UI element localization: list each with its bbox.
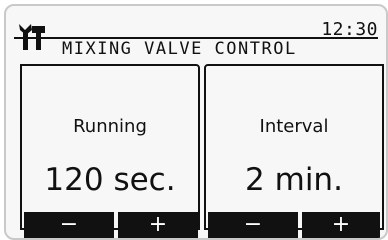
interval-value: 2 min. xyxy=(245,162,343,198)
running-panel: Running 120 sec. xyxy=(20,64,200,230)
minus-icon: − xyxy=(243,212,263,237)
running-decrease-button[interactable]: − xyxy=(24,212,114,238)
interval-increase-button[interactable]: + xyxy=(302,212,380,238)
plus-icon: + xyxy=(148,212,168,237)
plus-icon: + xyxy=(331,212,351,237)
running-value: 120 sec. xyxy=(44,162,176,198)
wrench-screwdriver-icon xyxy=(19,24,45,50)
running-increase-button[interactable]: + xyxy=(118,212,198,238)
interval-decrease-button[interactable]: − xyxy=(208,212,298,238)
interval-label: Interval xyxy=(259,116,329,137)
display-screen: 12:30 MIXING VALVE CONTROL Running 120 s… xyxy=(4,4,388,240)
minus-icon: − xyxy=(59,212,79,237)
running-label: Running xyxy=(73,116,147,137)
interval-panel: Interval 2 min. xyxy=(204,64,384,230)
page-title: MIXING VALVE CONTROL xyxy=(62,39,297,59)
